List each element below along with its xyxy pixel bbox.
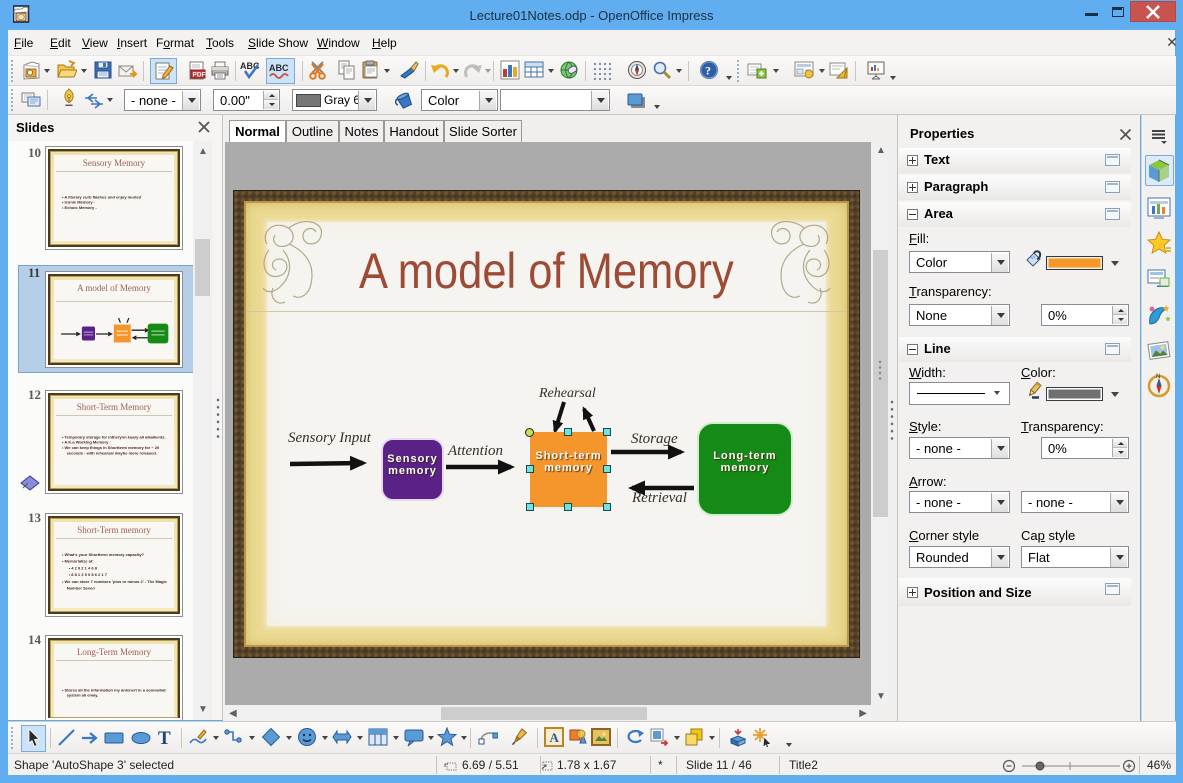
svg-text:ABC: ABC bbox=[269, 63, 289, 73]
svg-text:T: T bbox=[158, 728, 171, 748]
svg-text:?: ? bbox=[705, 64, 711, 78]
svg-text:A: A bbox=[550, 730, 560, 745]
svg-text:PDF: PDF bbox=[193, 72, 206, 79]
svg-text:N: N bbox=[1156, 374, 1160, 380]
